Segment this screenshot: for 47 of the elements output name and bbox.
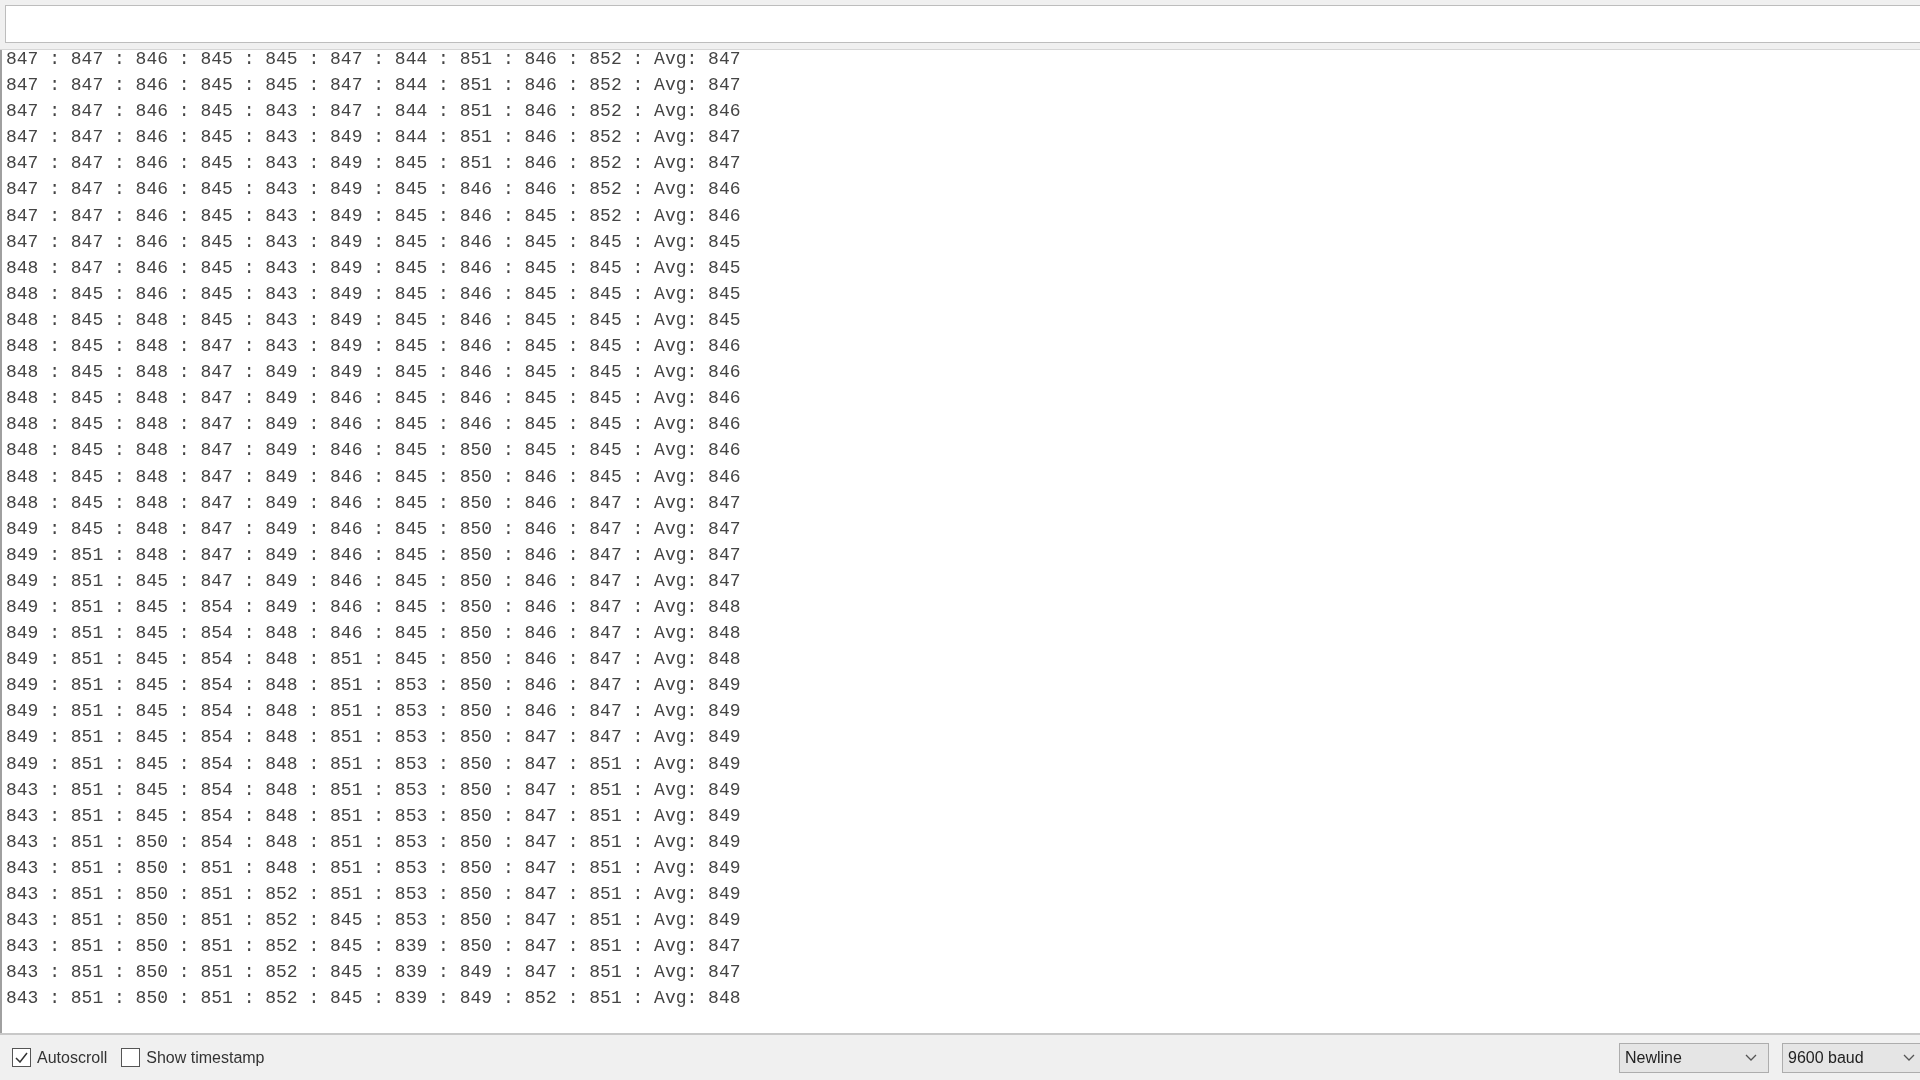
serial-output-line: 847 : 847 : 846 : 845 : 843 : 847 : 844 : 851 : 846 : 852 : Avg: 846 xyxy=(6,100,741,124)
serial-output-line: 848 : 847 : 846 : 845 : 843 : 849 : 845 : 846 : 845 : 845 : Avg: 845 xyxy=(6,256,741,280)
serial-output-line: 847 : 847 : 846 : 845 : 843 : 849 : 845 : 846 : 846 : 852 : Avg: 846 xyxy=(6,178,741,202)
serial-output-line: 843 : 851 : 850 : 851 : 852 : 845 : 839 : 849 : 852 : 851 : Avg: 848 xyxy=(6,987,741,1011)
serial-output-line: 849 : 851 : 845 : 854 : 849 : 846 : 845 : 850 : 846 : 847 : Avg: 848 xyxy=(6,595,741,619)
serial-output-line: 843 : 851 : 850 : 851 : 852 : 845 : 853 : 850 : 847 : 851 : Avg: 849 xyxy=(6,909,741,933)
serial-output-line: 847 : 847 : 846 : 845 : 843 : 849 : 844 : 851 : 846 : 852 : Avg: 847 xyxy=(6,126,741,150)
serial-output-line: 849 : 851 : 845 : 854 : 848 : 851 : 853 : 850 : 846 : 847 : Avg: 849 xyxy=(6,700,741,724)
serial-output-line: 843 : 851 : 850 : 851 : 852 : 845 : 839 : 849 : 847 : 851 : Avg: 847 xyxy=(6,961,741,985)
serial-output-line: 843 : 851 : 845 : 854 : 848 : 851 : 853 : 850 : 847 : 851 : Avg: 849 xyxy=(6,804,741,828)
serial-output-line: 843 : 851 : 850 : 851 : 852 : 851 : 853 : 850 : 847 : 851 : Avg: 849 xyxy=(6,883,741,906)
timestamp-checkbox[interactable] xyxy=(121,1048,141,1067)
baud-rate-dropdown[interactable]: 9600 baud xyxy=(1782,1042,1920,1073)
serial-output-line: 849 : 851 : 848 : 847 : 849 : 846 : 845 : 850 : 846 : 847 : Avg: 847 xyxy=(6,543,741,567)
serial-output-line: 849 : 845 : 848 : 847 : 849 : 846 : 845 : 850 : 846 : 847 : Avg: 847 xyxy=(6,517,741,541)
show-timestamp-label: Show timestamp xyxy=(146,1047,265,1068)
chevron-down-icon xyxy=(1903,1053,1915,1062)
serial-output-line: 843 : 851 : 845 : 854 : 848 : 851 : 853 : 850 : 847 : 851 : Avg: 849 xyxy=(6,778,741,802)
serial-output-line: 848 : 845 : 848 : 847 : 843 : 849 : 845 : 846 : 845 : 845 : Avg: 846 xyxy=(6,335,741,359)
chevron-down-icon xyxy=(1745,1053,1757,1062)
serial-output-line: 848 : 845 : 848 : 847 : 849 : 846 : 845 : 846 : 845 : 845 : Avg: 846 xyxy=(6,413,741,437)
autoscroll-label: Autoscroll xyxy=(37,1047,108,1068)
serial-output-line: 847 : 847 : 846 : 845 : 843 : 849 : 845 : 846 : 845 : 845 : Avg: 845 xyxy=(6,230,741,254)
serial-output-line: 849 : 851 : 845 : 854 : 848 : 851 : 845 : 850 : 846 : 847 : Avg: 848 xyxy=(6,648,741,672)
serial-output-line: 843 : 851 : 850 : 854 : 848 : 851 : 853 : 850 : 847 : 851 : Avg: 849 xyxy=(6,830,741,854)
serial-output-line: 848 : 845 : 848 : 847 : 849 : 846 : 845 : 850 : 845 : 845 : Avg: 846 xyxy=(6,439,741,463)
serial-output-line: 847 : 847 : 846 : 845 : 845 : 847 : 844 : 851 : 846 : 852 : Avg: 847 xyxy=(6,74,741,98)
serial-output-line: 848 : 845 : 848 : 847 : 849 : 846 : 845 : 846 : 845 : 845 : Avg: 846 xyxy=(6,387,741,411)
serial-output-line: 847 : 847 : 846 : 845 : 843 : 849 : 845 : 851 : 846 : 852 : Avg: 847 xyxy=(6,152,741,176)
checkmark-icon xyxy=(15,1052,28,1063)
serial-output-line: 849 : 851 : 845 : 847 : 849 : 846 : 845 : 850 : 846 : 847 : Avg: 847 xyxy=(6,569,741,593)
autoscroll-checkbox[interactable] xyxy=(12,1048,31,1067)
serial-output-line: 848 : 845 : 846 : 845 : 843 : 849 : 845 : 846 : 845 : 845 : Avg: 845 xyxy=(6,282,741,306)
serial-output-line: 843 : 851 : 850 : 851 : 852 : 845 : 839 : 850 : 847 : 851 : Avg: 847 xyxy=(6,935,741,959)
serial-output-line: 849 : 851 : 845 : 854 : 848 : 851 : 853 : 850 : 847 : 847 : Avg: 849 xyxy=(6,726,741,750)
serial-output-line: 849 : 851 : 845 : 854 : 848 : 851 : 853 : 850 : 846 : 847 : Avg: 849 xyxy=(6,674,741,698)
line-ending-dropdown[interactable]: Newline xyxy=(1619,1042,1769,1073)
serial-output-line: 848 : 845 : 848 : 847 : 849 : 846 : 845 : 850 : 846 : 847 : Avg: 847 xyxy=(6,491,741,515)
serial-output-line: 843 : 851 : 850 : 851 : 848 : 851 : 853 : 850 : 847 : 851 : Avg: 849 xyxy=(6,856,741,880)
serial-output-line: 848 : 845 : 848 : 845 : 843 : 849 : 845 : 846 : 845 : 845 : Avg: 845 xyxy=(6,308,741,332)
serial-output-line: 849 : 851 : 845 : 854 : 848 : 846 : 845 : 850 : 846 : 847 : Avg: 848 xyxy=(6,622,741,646)
serial-output-line: 849 : 851 : 845 : 854 : 848 : 851 : 853 : 850 : 847 : 851 : Avg: 849 xyxy=(6,752,741,776)
message-input-field[interactable] xyxy=(5,5,1920,43)
serial-output-line: 848 : 845 : 848 : 847 : 849 : 849 : 845 : 846 : 845 : 845 : Avg: 846 xyxy=(6,361,741,385)
serial-output-line: 848 : 845 : 848 : 847 : 849 : 846 : 845 : 850 : 846 : 845 : Avg: 846 xyxy=(6,465,741,489)
serial-output-line: 847 : 847 : 846 : 845 : 845 : 847 : 844 : 851 : 846 : 852 : Avg: 847 xyxy=(6,50,741,71)
serial-output-line: 847 : 847 : 846 : 845 : 843 : 849 : 845 : 846 : 845 : 852 : Avg: 846 xyxy=(6,204,741,228)
